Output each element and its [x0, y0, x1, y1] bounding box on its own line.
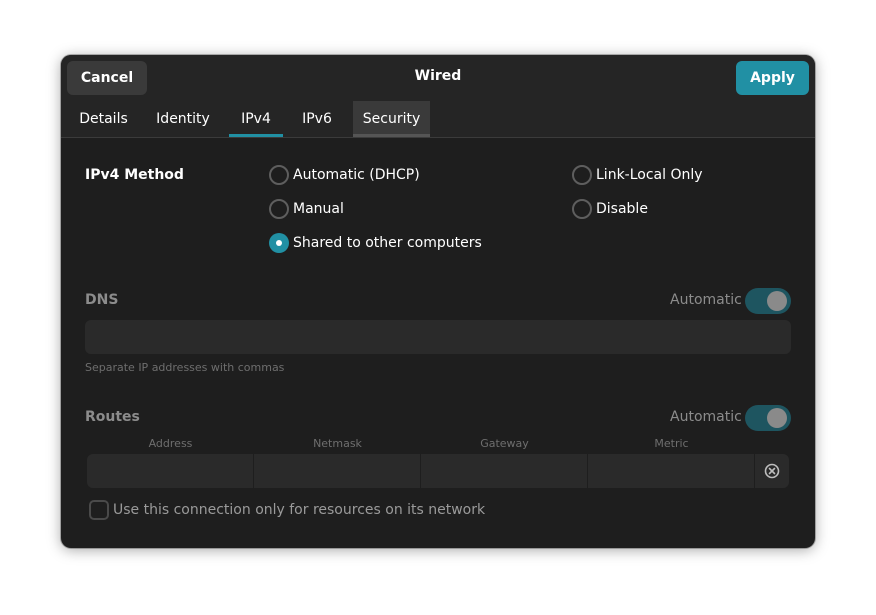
- routes-automatic-switch[interactable]: [745, 405, 791, 431]
- dns-automatic-label: Automatic: [670, 292, 742, 308]
- delete-route-button[interactable]: [755, 454, 789, 488]
- dns-input[interactable]: [85, 320, 791, 354]
- route-metric-input[interactable]: [588, 454, 755, 488]
- radio-label: Disable: [596, 201, 648, 217]
- connection-dialog: Cancel Wired Apply Details Identity IPv4…: [61, 55, 815, 548]
- tab-identity[interactable]: Identity: [147, 101, 219, 137]
- radio-label: Shared to other computers: [293, 235, 482, 251]
- dns-hint: Separate IP addresses with commas: [85, 361, 285, 374]
- radio-indicator[interactable]: [572, 165, 592, 185]
- dns-automatic-switch[interactable]: [745, 288, 791, 314]
- routes-label: Routes: [85, 409, 140, 425]
- column-header-metric: Metric: [654, 437, 689, 450]
- radio-disable[interactable]: Disable: [572, 199, 648, 219]
- column-header-gateway: Gateway: [480, 437, 529, 450]
- radio-indicator[interactable]: [269, 199, 289, 219]
- radio-label: Manual: [293, 201, 344, 217]
- column-header-netmask: Netmask: [313, 437, 362, 450]
- radio-indicator[interactable]: [269, 165, 289, 185]
- route-address-input[interactable]: [87, 454, 254, 488]
- radio-shared[interactable]: Shared to other computers: [269, 233, 482, 253]
- column-header-address: Address: [148, 437, 193, 450]
- ipv4-method-label: IPv4 Method: [85, 167, 184, 183]
- clear-icon: [764, 463, 780, 479]
- only-local-checkbox-row[interactable]: Use this connection only for resources o…: [89, 500, 485, 520]
- radio-manual[interactable]: Manual: [269, 199, 344, 219]
- routes-automatic-label: Automatic: [670, 409, 742, 425]
- radio-indicator-checked[interactable]: [269, 233, 289, 253]
- header-bar: Cancel Wired Apply: [61, 55, 815, 101]
- tab-security[interactable]: Security: [353, 101, 430, 137]
- apply-button[interactable]: Apply: [736, 61, 809, 95]
- dns-label: DNS: [85, 292, 119, 308]
- route-row: [87, 454, 789, 488]
- radio-link-local[interactable]: Link-Local Only: [572, 165, 703, 185]
- tab-details[interactable]: Details: [69, 101, 138, 137]
- dialog-title: Wired: [414, 68, 462, 84]
- radio-automatic-dhcp[interactable]: Automatic (DHCP): [269, 165, 420, 185]
- switch-knob: [767, 291, 787, 311]
- route-netmask-input[interactable]: [254, 454, 421, 488]
- tab-ipv4[interactable]: IPv4: [229, 101, 283, 137]
- tab-bar: Details Identity IPv4 IPv6 Security: [61, 101, 815, 138]
- switch-knob: [767, 408, 787, 428]
- only-local-label: Use this connection only for resources o…: [113, 502, 486, 518]
- radio-indicator[interactable]: [572, 199, 592, 219]
- radio-label: Automatic (DHCP): [293, 167, 420, 183]
- route-gateway-input[interactable]: [421, 454, 588, 488]
- radio-label: Link-Local Only: [596, 167, 703, 183]
- only-local-checkbox[interactable]: [89, 500, 109, 520]
- tab-ipv6[interactable]: IPv6: [291, 101, 343, 137]
